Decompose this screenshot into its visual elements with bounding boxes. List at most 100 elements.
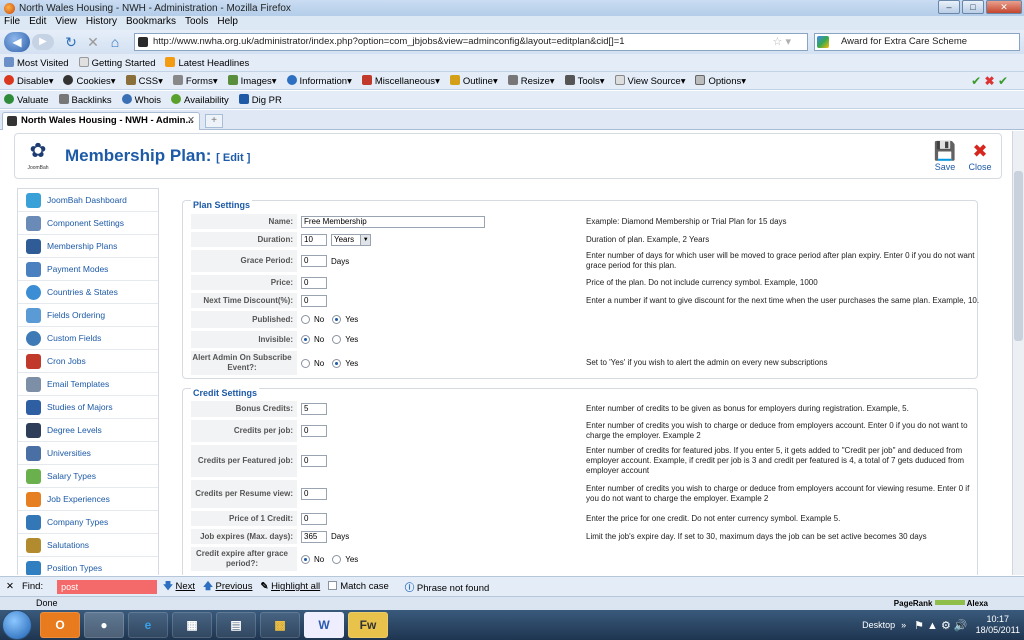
sidebar-item-fields-ordering[interactable]: Fields Ordering xyxy=(18,304,158,327)
seo-backlinks[interactable]: Backlinks xyxy=(58,93,112,106)
close-window-button[interactable]: ✕ xyxy=(986,0,1022,14)
app-taskbar-icon[interactable]: ▤ xyxy=(216,612,256,638)
outlook-taskbar-icon[interactable]: O xyxy=(40,612,80,638)
credit-expire-no-radio[interactable] xyxy=(301,554,310,564)
clock[interactable]: 10:17 18/05/2011 xyxy=(976,614,1020,636)
word-taskbar-icon[interactable]: W xyxy=(304,612,344,638)
duration-input[interactable]: 10 xyxy=(301,233,327,246)
published-no-radio[interactable] xyxy=(301,315,310,324)
find-input[interactable]: post xyxy=(57,579,158,594)
bookmark-getting-started[interactable]: Getting Started xyxy=(78,56,155,69)
menu-tools[interactable]: Tools xyxy=(185,16,208,30)
seo-valuate[interactable]: Valuate xyxy=(4,93,49,106)
sidebar-item-degree-levels[interactable]: Degree Levels xyxy=(18,419,158,442)
invisible-no-radio[interactable] xyxy=(301,335,310,344)
sidebar-item-cron-jobs[interactable]: Cron Jobs xyxy=(18,350,158,373)
name-input[interactable]: Free Membership xyxy=(301,215,485,228)
invisible-yes-radio[interactable] xyxy=(332,335,342,344)
seo-availability[interactable]: Availability xyxy=(171,93,229,106)
menu-file[interactable]: File xyxy=(4,16,20,30)
find-next-button[interactable]: 🡇 Next xyxy=(163,579,195,595)
sidebar-item-salutations[interactable]: Salutations xyxy=(18,534,158,557)
alert-no-radio[interactable] xyxy=(301,358,310,368)
sidebar-item-countries-states[interactable]: Countries & States xyxy=(18,281,158,304)
close-button[interactable]: ✖ Close xyxy=(965,140,995,172)
find-previous-button[interactable]: 🡅 Previous xyxy=(203,579,252,595)
webdev-outline[interactable]: Outline▾ xyxy=(449,74,498,87)
validation-status-icons[interactable]: ✔ ✖ ✔ xyxy=(971,74,1008,88)
vertical-scrollbar[interactable] xyxy=(1012,131,1024,575)
seo-whois[interactable]: Whois xyxy=(121,93,161,106)
tab-north-wales-housing[interactable]: North Wales Housing - NWH - Admin... ✕ xyxy=(2,112,200,130)
alert-yes-radio[interactable] xyxy=(332,358,342,368)
webdev-miscellaneous[interactable]: Miscellaneous▾ xyxy=(361,74,440,87)
seo-dig-pr[interactable]: Dig PR xyxy=(238,93,282,106)
discount-input[interactable]: 0 xyxy=(301,294,327,307)
webdev-disable[interactable]: Disable▾ xyxy=(4,74,53,87)
desktop-toolbar[interactable]: Desktop xyxy=(862,620,895,630)
menu-edit[interactable]: Edit xyxy=(29,16,46,30)
expires-input[interactable]: 365 xyxy=(301,530,327,543)
tray-icons[interactable]: ⚑ ▲ ⚙ 🔊 xyxy=(914,619,967,632)
perjob-input[interactable]: 0 xyxy=(301,425,327,437)
published-yes-radio[interactable] xyxy=(332,315,342,324)
menu-help[interactable]: Help xyxy=(217,16,238,30)
google-search-icon[interactable] xyxy=(817,36,829,48)
scrollbar-thumb[interactable] xyxy=(1014,171,1023,341)
minimize-button[interactable]: – xyxy=(938,0,960,14)
bookmark-star-icon[interactable]: ☆ ▾ xyxy=(773,34,791,50)
webdev-information[interactable]: Information▾ xyxy=(286,74,352,87)
sidebar-item-universities[interactable]: Universities xyxy=(18,442,158,465)
back-button[interactable]: ◀ xyxy=(4,32,30,52)
credit-expire-yes-radio[interactable] xyxy=(332,554,342,564)
webdev-resize[interactable]: Resize▾ xyxy=(507,74,555,87)
webdev-view-source[interactable]: View Source▾ xyxy=(614,74,685,87)
home-icon[interactable]: ⌂ xyxy=(106,33,124,51)
save-button[interactable]: 💾 Save xyxy=(930,140,960,172)
fireworks-taskbar-icon[interactable]: Fw xyxy=(348,612,388,638)
bonus-input[interactable]: 5 xyxy=(301,403,327,415)
sidebar-item-component-settings[interactable]: Component Settings xyxy=(18,212,158,235)
sidebar-item-company-types[interactable]: Company Types xyxy=(18,511,158,534)
resume-input[interactable]: 0 xyxy=(301,488,327,500)
webdev-css[interactable]: CSS▾ xyxy=(125,74,163,87)
price-input[interactable]: 0 xyxy=(301,276,327,289)
tab-close-icon[interactable]: ✕ xyxy=(187,113,195,129)
maximize-button[interactable]: □ xyxy=(962,0,984,14)
calculator-taskbar-icon[interactable]: ▦ xyxy=(172,612,212,638)
sidebar-item-studies-of-majors[interactable]: Studies of Majors xyxy=(18,396,158,419)
pagerank-indicator[interactable]: PageRank Alexa xyxy=(894,597,988,610)
match-case-checkbox[interactable]: Match case xyxy=(328,581,397,592)
start-button[interactable] xyxy=(2,610,32,640)
webdev-tools[interactable]: Tools▾ xyxy=(564,74,605,87)
bookmark-most-visited[interactable]: Most Visited xyxy=(4,56,69,69)
webdev-images[interactable]: Images▾ xyxy=(227,74,277,87)
webdev-cookies[interactable]: Cookies▾ xyxy=(63,74,116,87)
sidebar-item-email-templates[interactable]: Email Templates xyxy=(18,373,158,396)
sidebar-item-dashboard[interactable]: JoomBah Dashboard xyxy=(18,189,158,212)
featured-input[interactable]: 0 xyxy=(301,455,327,467)
sidebar-item-salary-types[interactable]: Salary Types xyxy=(18,465,158,488)
internet-explorer-taskbar-icon[interactable]: e xyxy=(128,612,168,638)
menu-view[interactable]: View xyxy=(55,16,77,30)
forward-button[interactable]: ▶ xyxy=(32,34,54,50)
sidebar-item-custom-fields[interactable]: Custom Fields xyxy=(18,327,158,350)
firefox-taskbar-icon[interactable]: ● xyxy=(84,612,124,638)
menu-history[interactable]: History xyxy=(86,16,117,30)
tray-chevron-icon[interactable]: » xyxy=(901,620,906,630)
explorer-taskbar-icon[interactable]: ▩ xyxy=(260,612,300,638)
new-tab-button[interactable]: + xyxy=(205,114,223,128)
sidebar-item-membership-plans[interactable]: Membership Plans xyxy=(18,235,158,258)
webdev-options[interactable]: Options▾ xyxy=(695,74,746,87)
bookmark-latest-headlines[interactable]: Latest Headlines xyxy=(165,56,249,69)
stop-icon[interactable]: ✕ xyxy=(84,33,102,51)
url-bar[interactable]: http://www.nwha.org.uk/administrator/ind… xyxy=(134,33,808,51)
grace-input[interactable]: 0 xyxy=(301,255,327,267)
duration-unit-select[interactable]: Years ▼ xyxy=(331,233,372,246)
sidebar-item-payment-modes[interactable]: Payment Modes xyxy=(18,258,158,281)
search-bar[interactable]: Award for Extra Care Scheme xyxy=(814,33,1020,51)
menu-bookmarks[interactable]: Bookmarks xyxy=(126,16,176,30)
sidebar-item-job-experiences[interactable]: Job Experiences xyxy=(18,488,158,511)
highlight-all-button[interactable]: ✎ Highlight all xyxy=(260,581,320,592)
sidebar-item-position-types[interactable]: Position Types xyxy=(18,557,158,575)
